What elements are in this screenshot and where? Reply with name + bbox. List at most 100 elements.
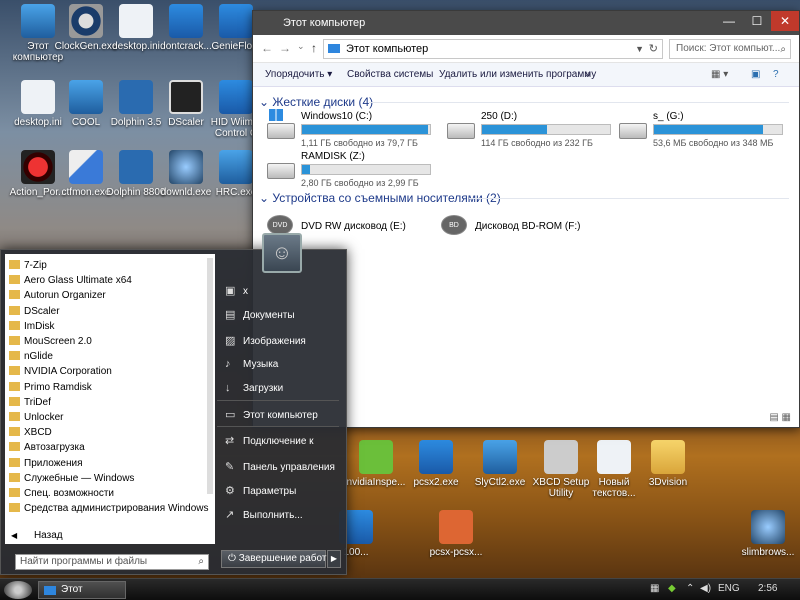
program-folder-item[interactable]: Aero Glass Ultimate x64 — [9, 273, 132, 288]
drive-item[interactable]: s_ (G:) 53,6 МБ свободно из 348 МБ — [619, 111, 799, 151]
back-arrow-icon[interactable]: ← — [261, 41, 273, 55]
maximize-button[interactable]: ☐ — [743, 11, 771, 31]
program-folder-item[interactable]: Unlocker — [9, 410, 63, 425]
refresh-icon[interactable]: ↻ — [649, 40, 658, 58]
explorer-navbar: ← → ⌄ ↑ Этот компьютер ▼ ↻ Поиск: Этот к… — [253, 35, 799, 63]
drive-item[interactable]: RAMDISK (Z:) 2,80 ГБ свободно из 2,99 ГБ — [267, 151, 447, 191]
program-folder-item[interactable]: MouScreen 2.0 — [9, 334, 92, 349]
nvidia-icon — [359, 440, 393, 474]
program-folder-item[interactable]: Средства администрирования Windows — [9, 501, 209, 516]
program-folder-item[interactable]: 7-Zip — [9, 258, 47, 273]
desktop-icon[interactable]: 3Dvision — [632, 440, 704, 488]
clock[interactable]: 2:56 — [758, 583, 777, 594]
drive-name: Дисковод BD-ROM (F:) — [475, 221, 581, 232]
user-folder-icon: ▣ — [225, 285, 236, 297]
system-properties-button[interactable]: Свойства системы — [347, 69, 433, 80]
program-folder-item[interactable]: Приложения — [9, 456, 83, 471]
volume-icon[interactable]: ◀) — [700, 583, 711, 594]
address-bar[interactable]: Этот компьютер ▼ ↻ — [323, 39, 663, 59]
language-indicator[interactable]: ENG — [718, 583, 740, 594]
explorer-titlebar[interactable]: Этот компьютер — ☐ ✕ — [253, 11, 799, 35]
minimize-button[interactable]: — — [715, 11, 743, 31]
search-icon[interactable]: ⌕ — [198, 555, 204, 569]
drive-usage-bar — [301, 124, 431, 135]
folder-icon — [9, 488, 20, 497]
hard-drive-icon — [619, 123, 647, 139]
chevron-down-icon[interactable]: ▼ — [635, 40, 644, 58]
desktop-icon[interactable]: pcsx-pcsx... — [420, 510, 492, 558]
folder-icon — [9, 320, 20, 330]
dscaler-icon — [169, 80, 203, 114]
start-link-documents[interactable]: ▤ Документы — [225, 308, 295, 321]
user-avatar[interactable]: ☺ — [262, 233, 302, 273]
start-link-computer[interactable]: ▭ Этот компьютер — [225, 408, 318, 421]
scrollbar[interactable] — [207, 258, 213, 494]
folder-icon — [9, 336, 20, 345]
organize-button[interactable]: Упорядочить ▾ — [265, 69, 332, 80]
program-folder-item[interactable]: TriDef — [9, 395, 51, 410]
program-folder-item[interactable]: XBCD — [9, 425, 52, 440]
program-folder-item[interactable]: ImDisk — [9, 319, 55, 334]
start-link-user-folder[interactable]: ▣ x — [225, 284, 248, 297]
dolphin-icon — [119, 150, 153, 184]
preview-pane-icon[interactable]: ▣ — [751, 69, 760, 80]
nvidia-tray-icon[interactable]: ◆ — [668, 583, 676, 594]
start-link-wrench[interactable]: ✎ Панель управления — [225, 460, 335, 473]
taskbar-item-explorer[interactable]: Этот компьютер — [38, 581, 126, 599]
start-button[interactable] — [4, 581, 32, 599]
close-button[interactable]: ✕ — [771, 11, 799, 31]
search-input[interactable]: Поиск: Этот компьют... ⌕ — [669, 39, 791, 59]
back-button[interactable]: ◀ Назад — [11, 530, 63, 541]
program-folder-item[interactable]: nGlide — [9, 349, 53, 364]
program-folder-item[interactable]: DScaler — [9, 304, 60, 319]
command-bar: Упорядочить ▾ Свойства системы Удалить и… — [253, 63, 799, 87]
collapse-chevron-icon[interactable]: ⌄ — [259, 191, 269, 205]
chevron-up-icon[interactable]: ⌃ — [686, 583, 694, 594]
start-search-input[interactable]: Найти программы и файлы ⌕ — [15, 554, 209, 570]
start-link-gear[interactable]: ⚙ Параметры — [225, 484, 296, 497]
forward-arrow-icon[interactable]: → — [279, 41, 291, 55]
program-folder-item[interactable]: Автозагрузка — [9, 440, 85, 455]
hard-drive-icon — [447, 123, 475, 139]
folder-icon — [9, 472, 20, 482]
collapse-chevron-icon[interactable]: ⌄ — [259, 95, 269, 109]
start-link-music[interactable]: ♪ Музыка — [225, 358, 278, 370]
shutdown-button[interactable]: ⏻ Завершение работы — [221, 550, 334, 568]
folder-icon — [9, 427, 20, 437]
more-commands-button[interactable]: » — [585, 69, 591, 80]
computer-icon — [328, 44, 340, 53]
pcsx2-icon — [419, 440, 453, 474]
desktop-icon[interactable]: pcsx2.exe — [400, 440, 472, 488]
start-link-connect[interactable]: ⇄ Подключение к — [225, 434, 314, 447]
folder-icon — [9, 305, 20, 315]
view-toggle-icons[interactable]: ▤ ▦ — [769, 412, 791, 423]
drive-item[interactable]: 250 (D:) 114 ГБ свободно из 232 ГБ — [447, 111, 627, 151]
removable-header[interactable]: ⌄ Устройства со съемными носителями (2) — [259, 191, 789, 205]
hard-drive-icon — [267, 123, 295, 139]
search-icon[interactable]: ⌕ — [780, 41, 786, 59]
shutdown-options-arrow[interactable]: ▶ — [327, 550, 341, 568]
start-link-pictures[interactable]: ▨ Изображения — [225, 334, 306, 347]
drive-item[interactable]: Windows10 (C:) 1,11 ГБ свободно из 79,7 Г… — [267, 109, 447, 151]
help-icon[interactable]: ? — [773, 69, 779, 80]
start-link-run[interactable]: ↗ Выполнить... — [225, 508, 303, 521]
uninstall-program-button[interactable]: Удалить или изменить программу — [439, 69, 596, 80]
desktop-icon[interactable]: slimbrows... — [732, 510, 800, 558]
network-icon[interactable]: ▦ — [650, 583, 659, 594]
program-folder-item[interactable]: Primo Ramdisk — [9, 380, 92, 395]
up-arrow-icon[interactable]: ↑ — [311, 41, 317, 55]
program-folder-item[interactable]: Служебные — Windows — [9, 471, 134, 486]
taskbar: Этот компьютер ▦ ◆ ⌃ ◀) ENG 2:56 — [0, 578, 800, 600]
folder-icon — [9, 275, 20, 285]
folder-icon — [9, 442, 20, 452]
folder-icon — [651, 440, 685, 474]
start-link-downloads[interactable]: ↓ Загрузки — [225, 382, 283, 394]
program-folder-item[interactable]: Autorun Organizer — [9, 288, 106, 303]
view-options-icon[interactable]: ▦ ▾ — [711, 69, 728, 80]
removable-drive-item[interactable]: BD Дисковод BD-ROM (F:) — [441, 211, 621, 251]
drive-name: s_ (G:) — [653, 111, 684, 122]
recent-locations-icon[interactable]: ⌄ — [297, 41, 305, 52]
hard-drives-header[interactable]: ⌄ Жесткие диски (4) — [259, 95, 789, 109]
program-folder-item[interactable]: Спец. возможности — [9, 486, 114, 501]
program-folder-item[interactable]: NVIDIA Corporation — [9, 364, 112, 379]
